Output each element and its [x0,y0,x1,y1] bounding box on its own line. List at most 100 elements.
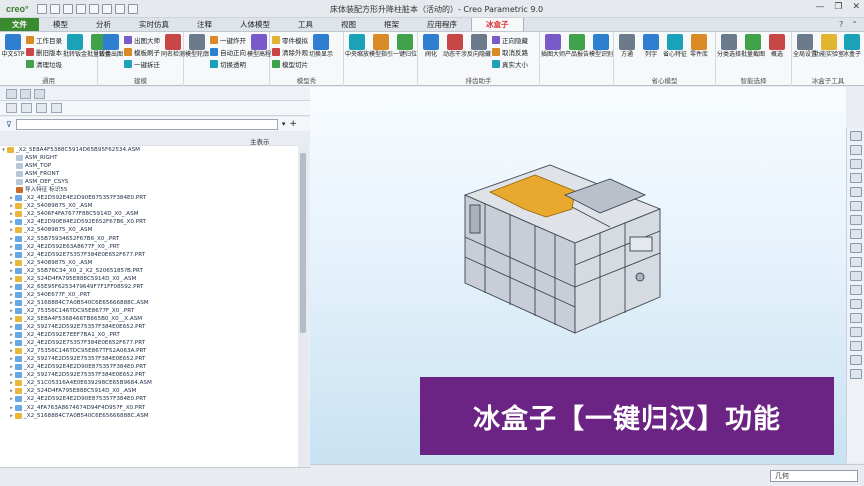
expand-icon[interactable]: ▸ [8,347,15,355]
tree-item[interactable]: ▸ _X2_65E95F6253479649F7F1FF08592.PRT [0,283,298,291]
tab-annotate[interactable]: 注释 [183,18,226,31]
expand-icon[interactable]: ▸ [8,323,15,331]
spin-center-icon[interactable] [849,285,862,295]
maximize-button[interactable]: ❐ [834,2,842,12]
model-outline-button[interactable]: 模型轮廓 [185,34,209,86]
illustration-master-button[interactable]: 插图大师 [541,34,565,86]
model-elevation-button[interactable]: 模型高程 [247,34,271,86]
tree-item[interactable]: ▸ _X2_4E2D592E75357F384E0E652F677.PRT [0,339,298,347]
tab-file[interactable]: 文件 [0,18,39,31]
repaint-icon[interactable] [849,173,862,183]
model-tree-tab[interactable] [6,88,17,99]
clean-junk-button[interactable]: 清理垃圾 [26,59,62,69]
tree-item[interactable]: ▸ _X2_524D4FA795E888C5914D_X0_.ASM [0,387,298,395]
expand-icon[interactable]: ▸ [8,291,15,299]
tab-live-simulation[interactable]: 实时仿真 [125,18,183,31]
tab-applications[interactable]: 应用程序 [413,18,471,31]
tree-datum[interactable]: ASM_TOP [0,162,298,170]
minimize-button[interactable]: — [815,2,824,12]
tree-item[interactable]: ▸ _X2_4E2D592E4E2D90E875357F384E0.PRT [0,363,298,371]
delete-old-versions-button[interactable]: 删旧版本 [26,47,62,57]
expand-icon[interactable]: ▸ [8,243,15,251]
orient-icon[interactable] [849,369,862,379]
tree-item[interactable]: ▸ _X2_4FA763A8674674D94F4D957F_X0.PRT [0,404,298,412]
template-brush-button[interactable]: 模板刷子 [124,47,160,57]
expand-icon[interactable]: ▸ [8,331,15,339]
close-button[interactable]: ✕ [852,2,860,12]
expand-icon[interactable]: ▸ [8,267,15,275]
tree-item[interactable]: ▸ _X2_4E2D592E4E2D90E875357F384E0.PRT [0,395,298,403]
tree-scrollbar[interactable] [298,145,308,467]
tree-settings-icon[interactable] [6,103,17,113]
tree-item[interactable]: ▸ _X2_75356C146TDC95E867TF52A063A.PRT [0,347,298,355]
tab-analysis[interactable]: 分析 [82,18,125,31]
cancel-reverse-button[interactable]: 取消反路 [492,47,528,57]
expand-icon[interactable]: ▸ [8,339,15,347]
favorites-tab[interactable] [34,88,45,99]
expand-icon[interactable]: ▸ [8,307,15,315]
drawing-master-button[interactable]: 出图大师 [124,35,160,45]
tab-view[interactable]: 视图 [327,18,370,31]
open-file-icon[interactable] [49,3,60,14]
expand-icon[interactable]: ▸ [8,315,15,323]
expand-icon[interactable]: ▸ [8,194,15,202]
tab-framework[interactable]: 框架 [370,18,413,31]
csys-display-icon[interactable] [849,299,862,309]
search-dropdown-icon[interactable]: ▾ [282,120,286,128]
part-simulate-button[interactable]: 零件模拟 [272,35,308,45]
tree-search-input[interactable] [15,118,278,130]
refit-icon[interactable] [849,131,862,141]
close-window-icon[interactable] [127,3,138,14]
section-icon[interactable] [849,243,862,253]
auto-front-button[interactable]: 自动正向 [210,47,246,57]
display-style-icon[interactable] [849,187,862,197]
regenerate-icon[interactable] [101,3,112,14]
tree-item[interactable]: ▸ _X2_5168884C7A0B540C6E65666888C.ASM [0,412,298,420]
tree-item[interactable]: ▸ _X2_4E2D592E7EEF7BA1_X0_.PRT [0,331,298,339]
tree-item[interactable]: ▸ _X2_4E2D592E63A8677F_X0_.PRT [0,243,298,251]
tree-item[interactable]: ▸ _X2_54089875_X0_.ASM [0,259,298,267]
expand-icon[interactable]: ▸ [8,371,15,379]
scrollbar-thumb[interactable] [300,153,306,333]
model-identify-button[interactable]: 模型识别 [589,34,613,86]
true-size-button[interactable]: 真实大小 [492,59,528,69]
tree-item[interactable]: ▸ _X2_54089875_X0_.ASM [0,202,298,210]
collapse-icon[interactable]: ▾ [0,146,7,154]
toggle-transparent-button[interactable]: 切换透明 [210,59,246,69]
tree-options-icon[interactable] [51,103,62,113]
tree-item[interactable]: ▸ _X2_5168884C7A0B540C6E65666888C.ASM [0,299,298,307]
working-dir-button[interactable]: 工作目录 [26,35,62,45]
explode-button[interactable]: 一键炸开 [210,35,246,45]
tree-item[interactable]: ▸ _X2_55B75934652F67B6_X0_.PRT [0,235,298,243]
tree-item[interactable]: ▸ _X2_5E8A4F5368466TB665B0_X0__X.ASM [0,315,298,323]
undo-icon[interactable] [75,3,86,14]
expand-icon[interactable]: ▸ [8,395,15,403]
expand-icon[interactable]: ▸ [8,299,15,307]
expand-icon[interactable]: ▸ [8,210,15,218]
help-icon[interactable]: ? [839,20,843,29]
expand-icon[interactable]: ▸ [8,259,15,267]
tree-item[interactable]: ▸ _X2_4E2D592E75357F384E0E652F677.PRT [0,251,298,259]
tree-item[interactable]: ▸ _X2_5406F4FA7677F88C5914D_X0_.ASM [0,210,298,218]
model-slice-button[interactable]: 模型切片 [272,59,308,69]
perspective-icon[interactable] [849,229,862,239]
one-click-move-button[interactable]: 一键拆迁 [124,59,160,69]
tree-filter-icon[interactable] [21,103,32,113]
expand-icon[interactable]: ▸ [8,387,15,395]
tree-item[interactable]: ▸ _X2_4E2D592E4E2D90E875357F384E0.PRT [0,194,298,202]
expand-icon[interactable]: ▸ [8,235,15,243]
tab-manikin[interactable]: 人体模型 [226,18,284,31]
forward-hide-button[interactable]: 正向隐藏 [492,35,528,45]
center-zoom-button[interactable]: 中央缩放 [345,34,369,86]
tree-item[interactable]: ▸ _X2_55B76C34_X0_2_X2_52065185?B.PRT [0,267,298,275]
saved-views-icon[interactable] [849,201,862,211]
axis-display-icon[interactable] [849,327,862,337]
expand-icon[interactable]: ▸ [8,202,15,210]
expand-icon[interactable]: ▸ [8,283,15,291]
folder-browser-tab[interactable] [20,88,31,99]
expand-icon[interactable]: ▸ [8,363,15,371]
model-guide-button[interactable]: 模型指引 [369,34,393,86]
annotation-display-icon[interactable] [849,271,862,281]
tab-tools[interactable]: 工具 [284,18,327,31]
window-switch-icon[interactable] [114,3,125,14]
